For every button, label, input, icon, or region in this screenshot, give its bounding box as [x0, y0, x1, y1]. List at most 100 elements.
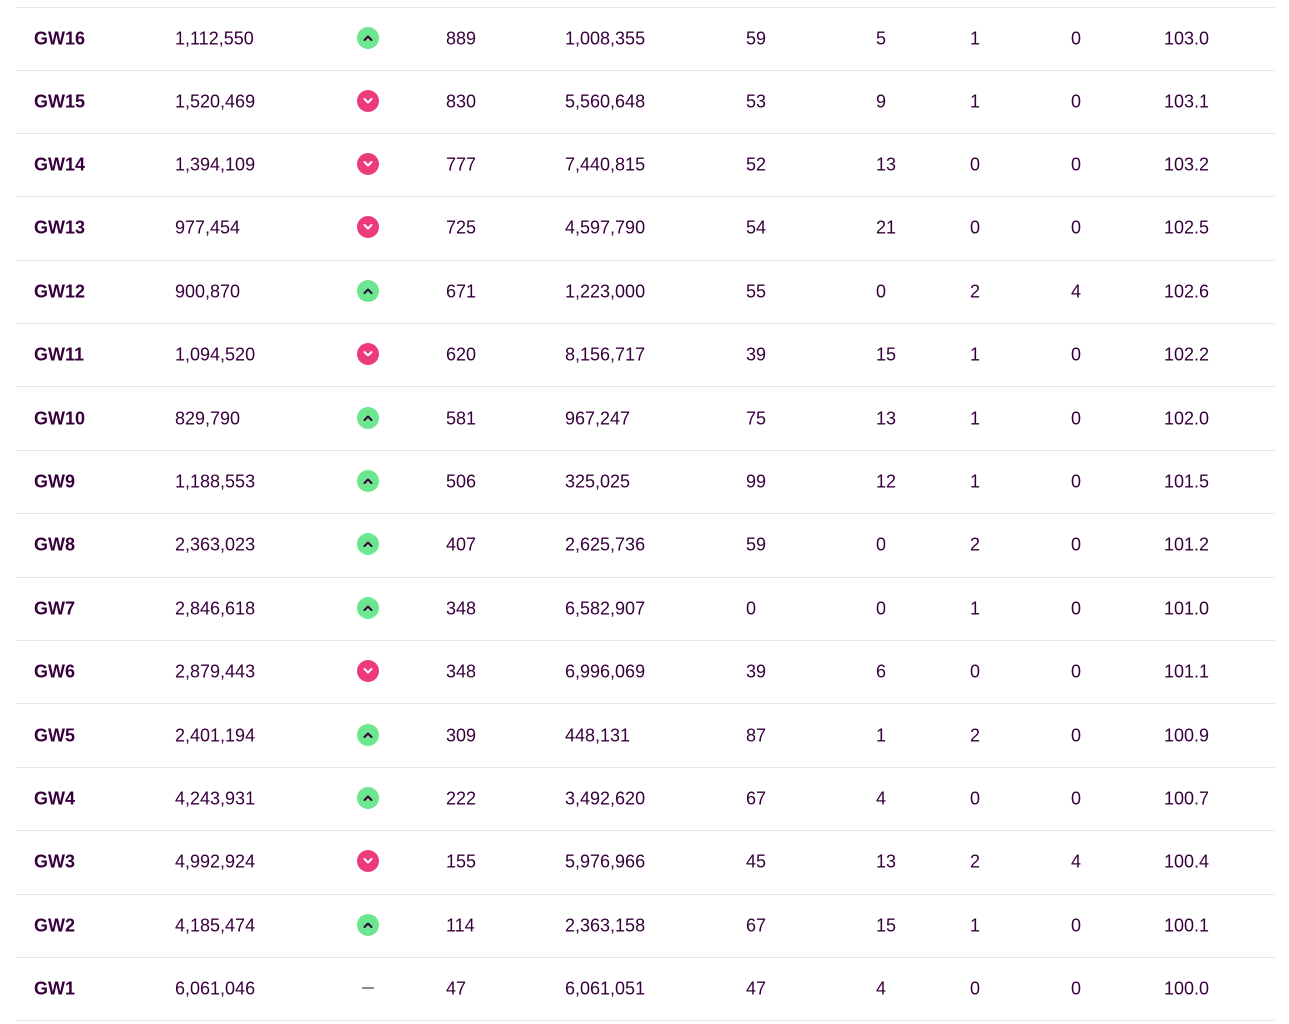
- table-row: GW10 829,790 581 967,247 75 13 1 0 102.0: [16, 387, 1275, 451]
- rank-up-icon: [357, 406, 381, 431]
- gameweek-points: 6,061,046: [175, 978, 256, 999]
- overall-rank: 2,363,158: [565, 915, 646, 936]
- gameweek-label: GW16: [34, 28, 86, 49]
- points-on-bench: 15: [876, 915, 897, 936]
- transfers-count: 0: [970, 217, 981, 238]
- gameweek-points: 829,790: [175, 408, 241, 429]
- transfers-made: 67: [746, 788, 767, 809]
- transfers-made: 52: [746, 154, 767, 175]
- transfers-made: 99: [746, 471, 767, 492]
- overall-points: 777: [446, 154, 477, 175]
- transfers-count: 0: [970, 154, 981, 175]
- points-on-bench: 21: [876, 217, 897, 238]
- chevron-up-icon: [357, 786, 379, 809]
- transfers-count: 1: [970, 471, 981, 492]
- overall-points: 114: [446, 915, 475, 936]
- chevron-down-icon: [357, 660, 379, 683]
- transfers-count: 2: [970, 534, 981, 555]
- transfers-made: 39: [746, 661, 767, 682]
- gameweek-label: GW9: [34, 471, 76, 492]
- points-on-bench: 0: [876, 598, 887, 619]
- table-row: GW16 1,112,550 889 1,008,355 59 5 1 0 103.0: [16, 0, 1275, 71]
- points-on-bench: 5: [876, 28, 887, 49]
- overall-rank: 448,131: [565, 725, 631, 746]
- overall-rank: 2,625,736: [565, 534, 646, 555]
- gameweek-label: GW8: [34, 534, 76, 555]
- transfers-cost: 0: [1071, 28, 1082, 49]
- points-on-bench: 4: [876, 978, 887, 999]
- transfers-cost: 0: [1071, 915, 1082, 936]
- transfers-made: 53: [746, 91, 767, 112]
- team-value: 102.5: [1164, 217, 1210, 238]
- chevron-down-icon: [357, 343, 379, 366]
- rank-same-icon: [357, 977, 381, 1001]
- gameweek-label: GW2: [34, 915, 76, 936]
- points-on-bench: 13: [876, 408, 897, 429]
- transfers-cost: 4: [1071, 851, 1082, 872]
- gameweek-points: 977,454: [175, 217, 241, 238]
- overall-rank: 6,061,051: [565, 978, 646, 999]
- rank-up-icon: [357, 596, 381, 621]
- overall-rank: 3,492,620: [565, 788, 646, 809]
- points-on-bench: 9: [876, 91, 887, 112]
- transfers-made: 47: [746, 978, 767, 999]
- gameweek-points: 2,846,618: [175, 598, 256, 619]
- gameweek-label: GW5: [34, 725, 76, 746]
- gameweek-history-table: GW16 1,112,550 889 1,008,355 59 5 1 0 103.0 GW15 1…: [16, 0, 1275, 1022]
- overall-rank: 4,597,790: [565, 217, 646, 238]
- team-value: 102.2: [1164, 344, 1210, 365]
- rank-up-icon: [357, 913, 381, 938]
- overall-points: 581: [446, 408, 477, 429]
- chevron-up-icon: [357, 533, 379, 556]
- overall-rank: 6,582,907: [565, 598, 646, 619]
- gameweek-points: 1,112,550: [175, 28, 254, 49]
- transfers-count: 1: [970, 91, 981, 112]
- transfers-cost: 0: [1071, 154, 1082, 175]
- chevron-up-icon: [357, 470, 379, 493]
- transfers-cost: 0: [1071, 471, 1082, 492]
- transfers-cost: 0: [1071, 217, 1082, 238]
- table-row: GW15 1,520,469 830 5,560,648 53 9 1 0 103.1: [16, 71, 1275, 134]
- chevron-up-icon: [357, 596, 379, 619]
- table-row: GW1 6,061,046 47 6,061,051 47 4 0 0 100.0: [16, 958, 1275, 1022]
- transfers-cost: 0: [1071, 725, 1082, 746]
- table-row: GW7 2,846,618 348 6,582,907 0 0 1 0 101.0: [16, 578, 1275, 642]
- transfers-cost: 0: [1071, 344, 1082, 365]
- gameweek-label: GW11: [34, 344, 85, 365]
- gameweek-points: 4,243,931: [175, 788, 256, 809]
- overall-points: 348: [446, 661, 477, 682]
- table-row: GW9 1,188,553 506 325,025 99 12 1 0 101.5: [16, 451, 1275, 515]
- transfers-cost: 0: [1071, 91, 1082, 112]
- transfers-count: 1: [970, 598, 981, 619]
- team-value: 101.1: [1164, 661, 1210, 682]
- gameweek-label: GW15: [34, 91, 86, 112]
- transfers-count: 1: [970, 408, 981, 429]
- chevron-up-icon: [357, 26, 379, 49]
- overall-rank: 1,008,355: [565, 28, 646, 49]
- gameweek-label: GW4: [34, 788, 76, 809]
- overall-points: 889: [446, 28, 477, 49]
- table-row: GW3 4,992,924 155 5,976,966 45 13 2 4 100.4: [16, 831, 1275, 895]
- overall-rank: 5,976,966: [565, 851, 646, 872]
- overall-points: 309: [446, 725, 477, 746]
- transfers-cost: 0: [1071, 788, 1082, 809]
- gameweek-label: GW10: [34, 408, 86, 429]
- team-value: 101.2: [1164, 534, 1210, 555]
- transfers-made: 67: [746, 915, 767, 936]
- gameweek-points: 1,188,553: [175, 471, 256, 492]
- rank-up-icon: [357, 786, 381, 811]
- transfers-count: 0: [970, 788, 981, 809]
- overall-rank: 6,996,069: [565, 661, 646, 682]
- rank-down-icon: [357, 89, 381, 114]
- gameweek-points: 2,401,194: [175, 725, 256, 746]
- gameweek-points: 2,879,443: [175, 661, 256, 682]
- chevron-down-icon: [357, 850, 379, 873]
- chevron-down-icon: [357, 216, 379, 239]
- table-row: GW6 2,879,443 348 6,996,069 39 6 0 0 101.1: [16, 641, 1275, 705]
- transfers-made: 59: [746, 28, 767, 49]
- overall-rank: 7,440,815: [565, 154, 646, 175]
- team-value: 100.0: [1164, 978, 1210, 999]
- transfers-count: 1: [970, 915, 981, 936]
- table-row: GW13 977,454 725 4,597,790 54 21 0 0 102.5: [16, 197, 1275, 261]
- gameweek-label: GW3: [34, 851, 76, 872]
